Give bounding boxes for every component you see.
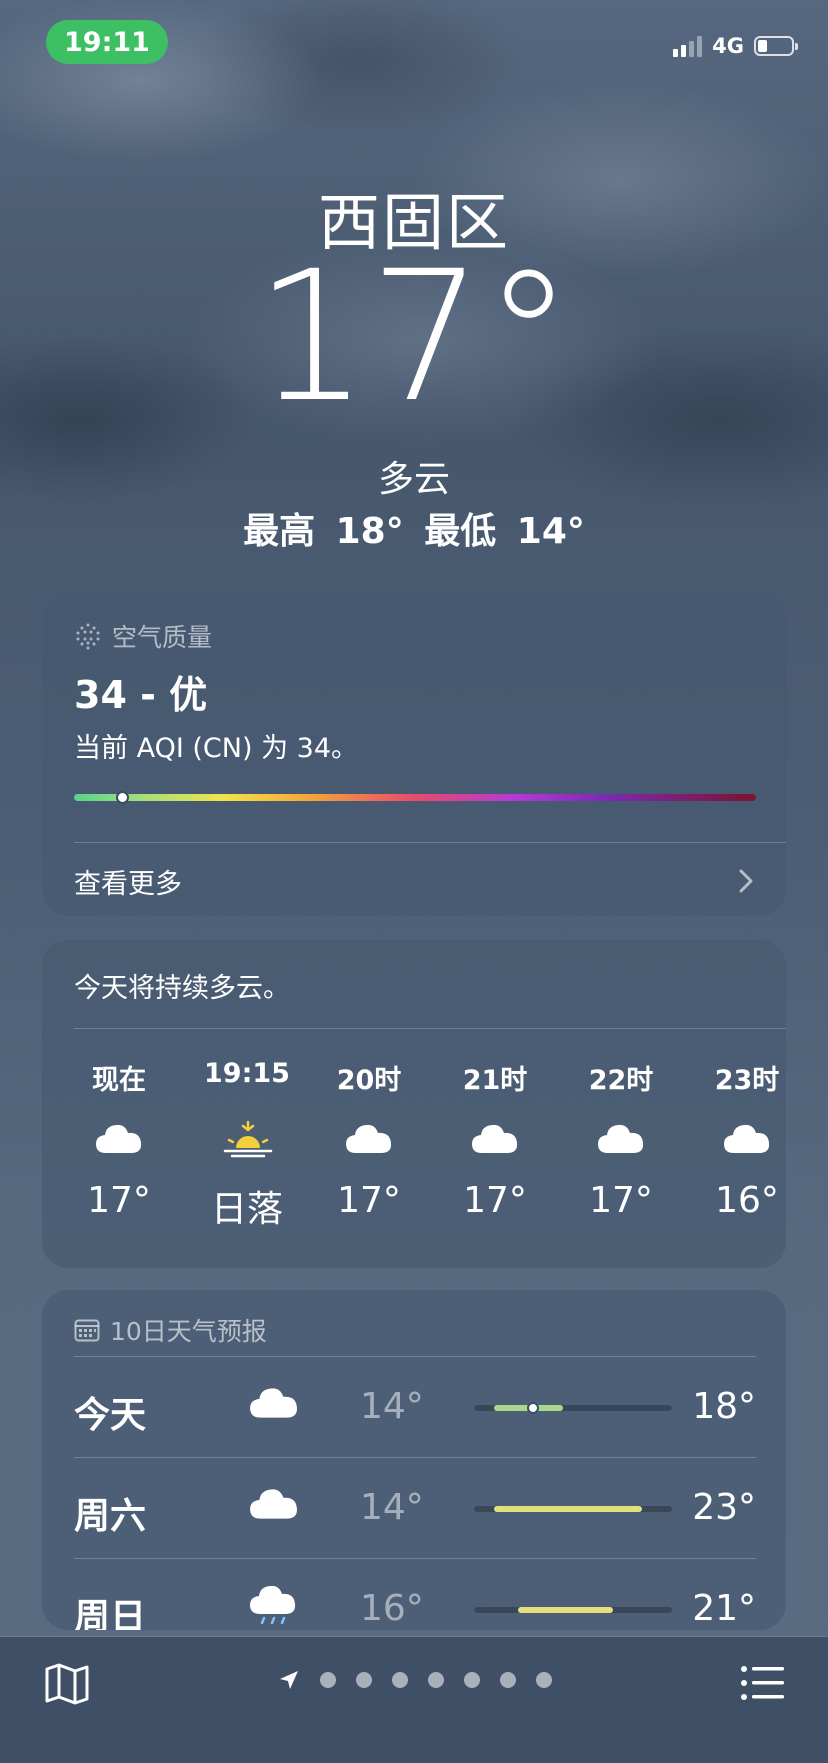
page-dot[interactable] bbox=[500, 1672, 516, 1688]
hour-temperature: 16° bbox=[715, 1180, 779, 1221]
page-dot[interactable] bbox=[428, 1672, 444, 1688]
hour-label: 22时 bbox=[588, 1065, 654, 1096]
page-dot[interactable] bbox=[464, 1672, 480, 1688]
hourly-list[interactable]: 现在 17° 19:15 日落 20时 17° 21时 17° 22时 17° 23时 16° bbox=[42, 1058, 786, 1258]
day-name: 今天 bbox=[74, 1395, 147, 1436]
day-name: 周日 bbox=[74, 1597, 147, 1630]
high-low-temperature: 最高 18° 最低 14° bbox=[243, 511, 585, 552]
day-low: 16° bbox=[360, 1588, 424, 1629]
ten-day-header: 10日天气预报 bbox=[74, 1312, 267, 1348]
page-indicator[interactable] bbox=[278, 1669, 552, 1691]
air-quality-header: 空气质量 bbox=[74, 618, 212, 654]
current-temperature: 17° bbox=[254, 233, 574, 442]
hour-temperature: 日落 bbox=[210, 1189, 283, 1230]
page-dot[interactable] bbox=[356, 1672, 372, 1688]
hour-temperature: 17° bbox=[589, 1180, 653, 1221]
air-quality-label: 空气质量 bbox=[112, 623, 213, 652]
weather-condition: 多云 bbox=[377, 459, 450, 500]
status-time[interactable]: 19:11 bbox=[46, 20, 168, 64]
day-row[interactable]: 今天 14° 18° bbox=[74, 1356, 756, 1456]
day-high: 18° bbox=[692, 1386, 756, 1427]
cloud-icon bbox=[470, 1120, 520, 1160]
bottom-toolbar bbox=[0, 1636, 828, 1763]
see-more-button[interactable]: 查看更多 bbox=[74, 856, 754, 906]
ten-day-forecast-card[interactable]: 10日天气预报 今天14°18°周六14°23°周日50%16°21° bbox=[42, 1290, 786, 1630]
list-icon[interactable] bbox=[740, 1663, 786, 1703]
hour-label: 23时 bbox=[714, 1065, 780, 1096]
calendar-icon bbox=[74, 1319, 100, 1342]
page-dot[interactable] bbox=[392, 1672, 408, 1688]
divider bbox=[74, 1558, 756, 1559]
aqi-indicator bbox=[115, 791, 129, 804]
signal-icon bbox=[673, 35, 703, 57]
battery-icon bbox=[754, 36, 798, 56]
location-arrow-icon[interactable] bbox=[278, 1669, 300, 1691]
hourly-forecast-card[interactable]: 今天将持续多云。 现在 17° 19:15 日落 20时 17° 21时 17° 22时 17° 2… bbox=[42, 940, 786, 1268]
day-low: 14° bbox=[360, 1487, 424, 1528]
aqi-description: 当前 AQI (CN) 为 34。 bbox=[74, 733, 359, 764]
temperature-range-fill bbox=[517, 1607, 613, 1613]
temperature-range-bar bbox=[474, 1506, 672, 1512]
current-temperature-marker bbox=[527, 1402, 540, 1414]
ten-day-label: 10日天气预报 bbox=[110, 1317, 267, 1346]
hour-label: 现在 bbox=[92, 1065, 146, 1096]
cloud-icon bbox=[344, 1120, 394, 1160]
temperature-range-bar bbox=[474, 1607, 672, 1613]
cloud-icon bbox=[596, 1120, 646, 1160]
see-more-label: 查看更多 bbox=[74, 868, 182, 900]
forecast-summary: 今天将持续多云。 bbox=[74, 973, 290, 1004]
cloud-icon bbox=[248, 1485, 300, 1525]
cloud-icon bbox=[94, 1120, 144, 1160]
chevron-right-icon bbox=[739, 869, 753, 893]
day-name: 周六 bbox=[74, 1496, 147, 1537]
hour-label: 19:15 bbox=[204, 1058, 290, 1089]
day-high: 23° bbox=[692, 1487, 756, 1528]
hour-label: 20时 bbox=[336, 1065, 402, 1096]
map-icon[interactable] bbox=[44, 1661, 90, 1707]
hour-temperature: 17° bbox=[463, 1180, 527, 1221]
hour-label: 21时 bbox=[462, 1065, 528, 1096]
divider bbox=[74, 1457, 756, 1458]
hour-temperature: 17° bbox=[337, 1180, 401, 1221]
status-indicators: 4G bbox=[673, 34, 798, 58]
divider bbox=[74, 1028, 786, 1029]
page-dot[interactable] bbox=[536, 1672, 552, 1688]
divider bbox=[74, 1356, 756, 1357]
cloud-rain-icon bbox=[248, 1585, 300, 1626]
cloud-icon bbox=[248, 1384, 300, 1424]
air-quality-card[interactable]: 空气质量 34 - 优 当前 AQI (CN) 为 34。 查看更多 bbox=[42, 594, 786, 916]
temperature-range-bar bbox=[474, 1402, 672, 1414]
sunset-icon bbox=[222, 1120, 273, 1160]
day-row[interactable]: 周日50%16°21° bbox=[74, 1558, 756, 1630]
cloud-icon bbox=[722, 1120, 772, 1160]
temperature-range-fill bbox=[493, 1506, 643, 1512]
hour-temperature: 17° bbox=[87, 1180, 151, 1221]
aqi-value: 34 - 优 bbox=[74, 673, 208, 717]
day-high: 21° bbox=[692, 1588, 756, 1629]
aqi-scale-bar bbox=[74, 791, 756, 804]
divider bbox=[74, 842, 786, 843]
network-type: 4G bbox=[712, 34, 744, 58]
air-quality-icon bbox=[76, 623, 100, 650]
day-low: 14° bbox=[360, 1386, 424, 1427]
day-row[interactable]: 周六 14° 23° bbox=[74, 1457, 756, 1557]
page-dot[interactable] bbox=[320, 1672, 336, 1688]
